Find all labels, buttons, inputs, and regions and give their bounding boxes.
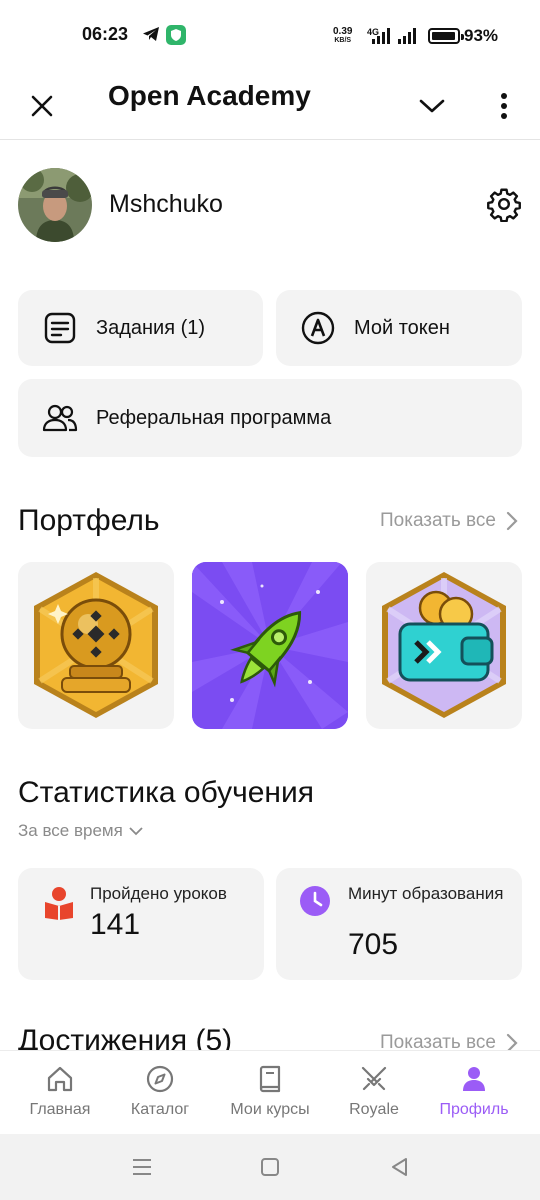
minutes-value: 705	[348, 928, 399, 961]
portfolio-show-all-link[interactable]: Показать все	[380, 510, 518, 532]
chevron-right-icon	[506, 511, 518, 531]
nav-home[interactable]: Главная	[6, 1051, 114, 1135]
battery-level: 93%	[464, 26, 499, 45]
portfolio-title: Портфель	[18, 504, 160, 537]
tasks-label: Задания (1)	[96, 316, 206, 339]
swords-icon	[361, 1066, 387, 1091]
my-token-button[interactable]: Мой токен	[276, 290, 522, 366]
telegram-icon	[143, 27, 159, 41]
binance-crystal-ball-badge[interactable]	[18, 562, 174, 729]
nav-catalog-label: Каталог	[130, 1101, 190, 1118]
show-all-label: Показать все	[380, 510, 496, 531]
lessons-completed-card: Пройдено уроков 141	[18, 868, 264, 980]
nav-my-courses-label: Мои курсы	[230, 1101, 310, 1118]
nav-home-label: Главная	[29, 1101, 91, 1118]
token-label: Мой токен	[354, 316, 450, 339]
tasks-icon	[42, 310, 78, 346]
vpn-shield-icon	[166, 25, 186, 45]
nav-profile-label: Профиль	[439, 1101, 509, 1118]
nav-my-courses[interactable]: Мои курсы	[216, 1051, 324, 1135]
status-time: 06:23	[82, 24, 129, 44]
reading-person-icon	[45, 887, 73, 920]
compass-icon	[146, 1065, 174, 1093]
stats-title: Статистика обучения	[18, 776, 314, 809]
learning-minutes-card: Минут образования 705	[276, 868, 522, 980]
avatar[interactable]	[18, 168, 92, 242]
referral-program-button[interactable]: Реферальная программа	[18, 379, 522, 457]
period-label: За все время	[18, 821, 123, 840]
close-icon[interactable]	[24, 82, 60, 130]
home-button-icon[interactable]	[261, 1158, 279, 1176]
gear-icon[interactable]	[486, 186, 522, 227]
wallet-coins-badge[interactable]	[366, 562, 522, 729]
status-bar: 06:23 0.39 KB/S 4G 93%	[0, 0, 540, 72]
nav-royale[interactable]: Royale	[320, 1051, 428, 1135]
referral-label: Реферальная программа	[96, 406, 332, 429]
minutes-label: Минут образования	[348, 884, 504, 903]
app-bar: Open Academy	[0, 72, 540, 140]
period-selector[interactable]: За все время	[18, 821, 143, 841]
back-icon[interactable]	[390, 1157, 408, 1177]
book-icon	[259, 1065, 281, 1093]
person-icon	[463, 1067, 485, 1091]
green-rocket-badge[interactable]	[192, 562, 348, 729]
lessons-value: 141	[90, 908, 141, 941]
more-vertical-icon[interactable]	[488, 82, 520, 130]
nav-catalog[interactable]: Каталог	[106, 1051, 214, 1135]
chevron-down-icon[interactable]	[414, 82, 450, 130]
profile-header: Mshchuko	[18, 168, 522, 242]
system-navigation-bar	[0, 1134, 540, 1200]
home-icon	[47, 1066, 73, 1092]
signal-icon	[372, 28, 390, 44]
chevron-down-icon	[129, 827, 143, 836]
network-speed: 0.39 KB/S	[333, 26, 353, 45]
lessons-label: Пройдено уроков	[90, 884, 227, 903]
page-title: Open Academy	[108, 80, 311, 111]
recent-apps-icon[interactable]	[132, 1158, 152, 1176]
signal-icon-2	[398, 28, 416, 44]
nav-profile[interactable]: Профиль	[420, 1051, 528, 1135]
username: Mshchuko	[109, 190, 223, 218]
nav-royale-label: Royale	[349, 1101, 399, 1118]
token-icon	[300, 310, 336, 346]
bottom-navigation: Главная Каталог Мои курсы Royale Профиль	[0, 1050, 540, 1134]
users-icon	[42, 400, 78, 436]
clock-icon	[300, 886, 330, 916]
battery-icon	[428, 28, 464, 44]
tasks-button[interactable]: Задания (1)	[18, 290, 263, 366]
